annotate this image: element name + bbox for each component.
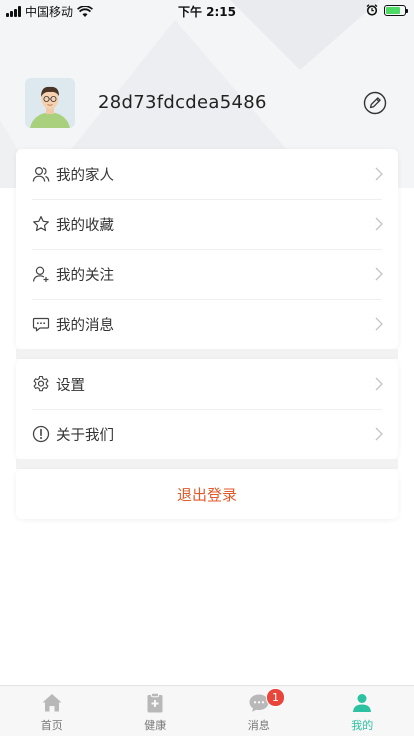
chevron-right-icon [375, 317, 383, 331]
pencil-icon [363, 91, 387, 115]
tab-label-profile: 我的 [351, 719, 374, 732]
tab-label-home: 首页 [40, 719, 63, 732]
chevron-right-icon [375, 167, 383, 181]
tab-profile[interactable]: 我的 [311, 686, 414, 736]
status-bar: 中国移动 下午 2:15 [0, 0, 414, 22]
menu-item-favorites[interactable]: 我的收藏 [16, 199, 398, 249]
home-icon [42, 694, 62, 712]
chevron-right-icon [375, 267, 383, 281]
profile-icon [353, 694, 372, 712]
chevron-right-icon [375, 217, 383, 231]
menu-label-about: 关于我们 [56, 427, 114, 444]
menu-card-primary: 我的家人 我的收藏 我的关注 我的消息 [16, 149, 398, 349]
menu-item-family[interactable]: 我的家人 [16, 149, 398, 199]
tab-bar: 首页 健康 1 消息 我的 [0, 685, 414, 736]
status-time: 下午 2:15 [177, 5, 237, 19]
chevron-right-icon [375, 377, 383, 391]
follow-user-icon [32, 265, 50, 283]
menu-label-settings: 设置 [56, 377, 85, 394]
alarm-icon [366, 4, 378, 16]
menu-item-messages[interactable]: 我的消息 [16, 299, 398, 349]
menu-label-favorites: 我的收藏 [56, 217, 114, 234]
tab-health[interactable]: 健康 [104, 686, 208, 736]
menu-label-family: 我的家人 [56, 167, 114, 184]
unread-badge: 1 [265, 688, 285, 707]
gear-icon [32, 375, 50, 393]
menu-label-following: 我的关注 [56, 267, 114, 284]
tab-label-health: 健康 [144, 719, 167, 732]
info-icon [32, 425, 50, 443]
avatar-illustration [25, 78, 75, 128]
avatar[interactable] [25, 78, 75, 128]
health-icon [147, 692, 163, 713]
chevron-right-icon [375, 427, 383, 441]
section-divider [16, 349, 398, 359]
edit-profile-button[interactable] [363, 91, 387, 115]
tab-messages[interactable]: 1 消息 [207, 686, 311, 736]
message-icon [32, 315, 50, 333]
menu-item-settings[interactable]: 设置 [16, 359, 398, 409]
tab-home[interactable]: 首页 [0, 686, 104, 736]
logout-card: 退出登录 [16, 469, 398, 519]
section-divider [16, 459, 398, 469]
menu-card-secondary: 设置 关于我们 [16, 359, 398, 459]
username: 28d73fdcdea5486 [98, 92, 267, 113]
star-icon [32, 215, 50, 233]
menu-item-about[interactable]: 关于我们 [16, 409, 398, 459]
battery-icon [384, 4, 408, 16]
menu-label-messages: 我的消息 [56, 317, 114, 334]
family-icon [32, 165, 50, 183]
tab-label-messages: 消息 [247, 719, 270, 732]
menu-item-following[interactable]: 我的关注 [16, 249, 398, 299]
logout-button[interactable]: 退出登录 [16, 469, 398, 519]
